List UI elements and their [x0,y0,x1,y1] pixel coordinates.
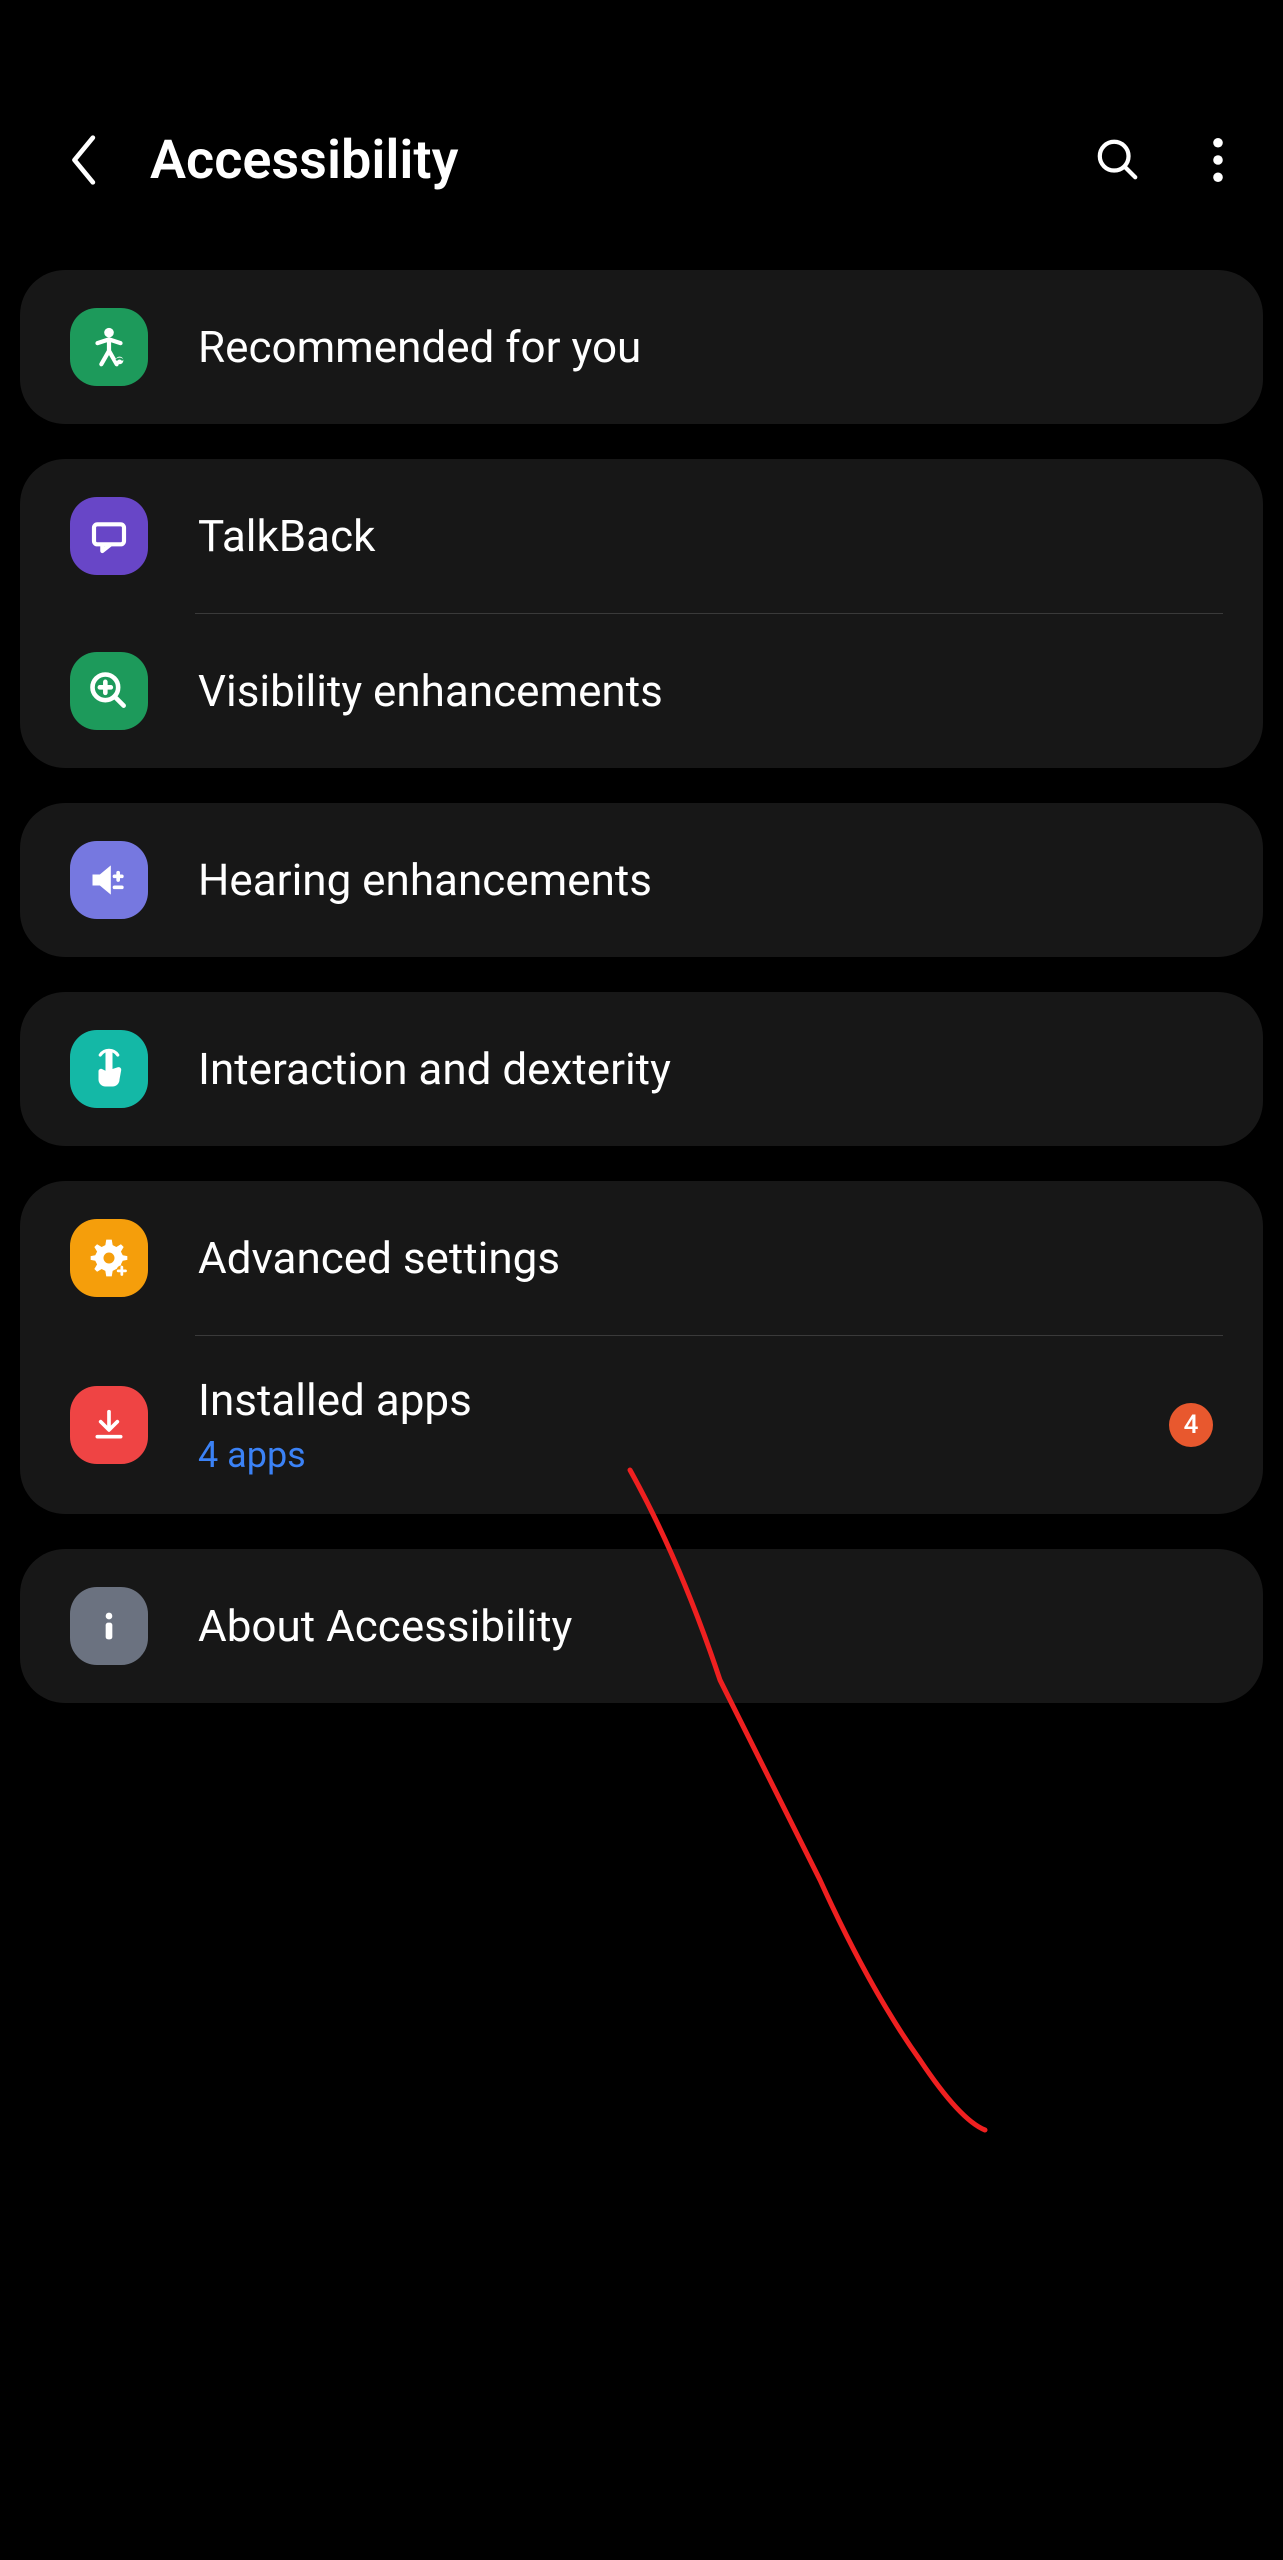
more-vertical-icon [1212,137,1224,183]
hearing-group: Hearing enhancements [20,803,1263,957]
header-actions [1093,135,1243,185]
download-app-icon [70,1386,148,1464]
installed-sublabel: 4 apps [198,1434,1169,1476]
installed-badge: 4 [1169,1403,1213,1447]
more-button[interactable] [1193,135,1243,185]
interaction-label: Interaction and dexterity [198,1043,1223,1095]
installed-content: Installed apps 4 apps [198,1374,1169,1476]
back-button[interactable] [60,135,110,185]
advanced-item[interactable]: Advanced settings [20,1181,1263,1335]
speaker-adjust-icon [70,841,148,919]
search-button[interactable] [1093,135,1143,185]
recommended-group: Recommended for you [20,270,1263,424]
speech-vision-group: TalkBack Visibility enhancements [20,459,1263,768]
recommended-item[interactable]: Recommended for you [20,270,1263,424]
chevron-left-icon [69,135,101,185]
talkback-label: TalkBack [198,510,1223,562]
recommended-label: Recommended for you [198,321,1223,373]
talkback-item[interactable]: TalkBack [20,459,1263,613]
gear-plus-icon [70,1219,148,1297]
touch-finger-icon [70,1030,148,1108]
about-label: About Accessibility [198,1600,1223,1652]
about-content: About Accessibility [198,1600,1223,1652]
installed-item[interactable]: Installed apps 4 apps 4 [20,1336,1263,1514]
hearing-content: Hearing enhancements [198,854,1223,906]
search-icon [1095,137,1141,183]
about-item[interactable]: About Accessibility [20,1549,1263,1703]
talkback-content: TalkBack [198,510,1223,562]
talkback-speech-icon [70,497,148,575]
interaction-item[interactable]: Interaction and dexterity [20,992,1263,1146]
hearing-label: Hearing enhancements [198,854,1223,906]
accessibility-person-icon [70,308,148,386]
visibility-label: Visibility enhancements [198,665,1223,717]
page-title: Accessibility [150,129,1093,192]
interaction-content: Interaction and dexterity [198,1043,1223,1095]
advanced-label: Advanced settings [198,1232,1223,1284]
advanced-installed-group: Advanced settings Installed apps 4 apps … [20,1181,1263,1514]
header: Accessibility [0,100,1283,220]
advanced-content: Advanced settings [198,1232,1223,1284]
visibility-content: Visibility enhancements [198,665,1223,717]
visibility-item[interactable]: Visibility enhancements [20,614,1263,768]
hearing-item[interactable]: Hearing enhancements [20,803,1263,957]
interaction-group: Interaction and dexterity [20,992,1263,1146]
about-group: About Accessibility [20,1549,1263,1703]
info-icon [70,1587,148,1665]
magnifier-plus-icon [70,652,148,730]
installed-label: Installed apps [198,1374,1169,1426]
recommended-content: Recommended for you [198,321,1223,373]
